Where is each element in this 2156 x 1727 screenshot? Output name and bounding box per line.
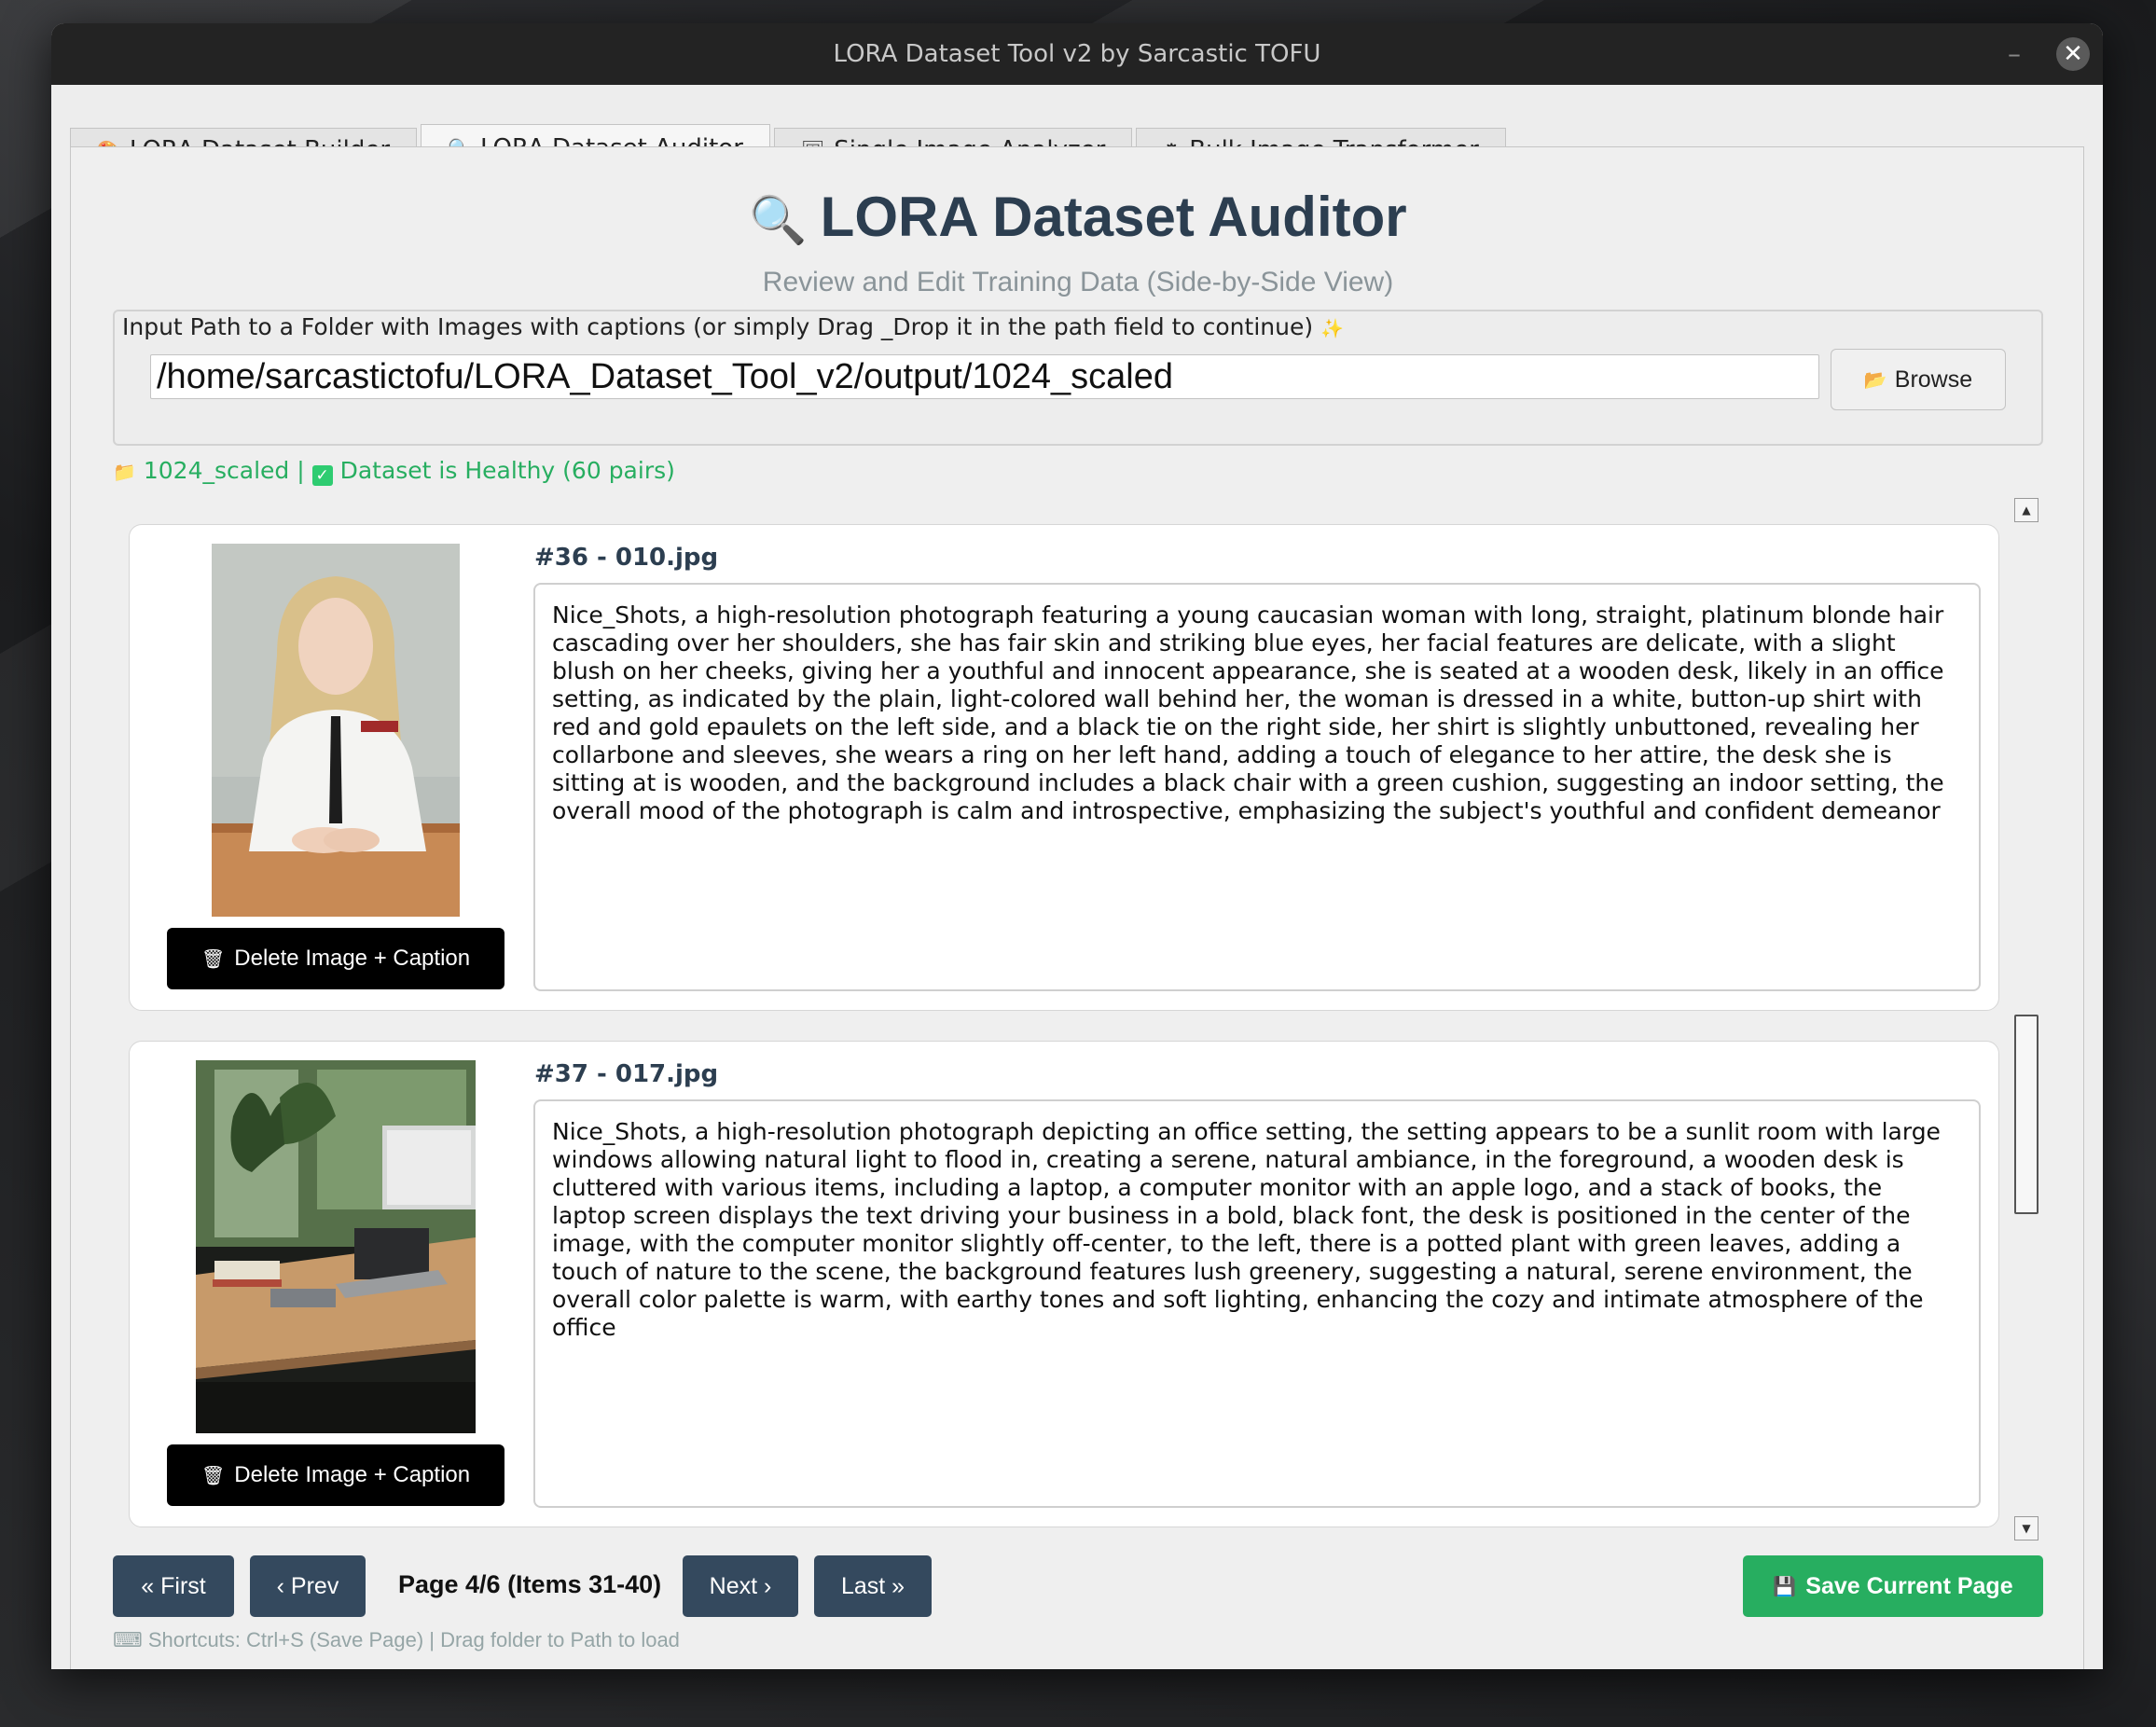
status-separator: | xyxy=(297,457,305,484)
folder-icon: 📁 xyxy=(113,461,136,483)
path-input-label: Input Path to a Folder with Images with … xyxy=(122,313,1344,340)
minimize-button[interactable]: – xyxy=(2000,40,2028,68)
app-window: LORA Dataset Tool v2 by Sarcastic TOFU –… xyxy=(51,23,2103,1669)
status-folder-name: 1024_scaled xyxy=(143,457,290,484)
window-title: LORA Dataset Tool v2 by Sarcastic TOFU xyxy=(833,40,1321,68)
page-subtitle: Review and Edit Training Data (Side-by-S… xyxy=(762,267,1394,297)
office-desk-image xyxy=(196,1060,476,1433)
caption-textarea[interactable]: Nice_Shots, a high-resolution photograph… xyxy=(533,1099,1981,1508)
dataset-item-card: 🗑 Delete Image + Caption #37 - 017.jpg N… xyxy=(129,1041,1999,1527)
scroll-down-arrow[interactable]: ▼ xyxy=(2014,1516,2039,1540)
path-input-group: Input Path to a Folder with Images with … xyxy=(113,310,2043,446)
floppy-disk-icon: 💾 xyxy=(1773,1576,1797,1597)
dataset-item-card: 🗑 Delete Image + Caption #36 - 010.jpg N… xyxy=(129,524,1999,1011)
status-message: Dataset is Healthy (60 pairs) xyxy=(339,457,675,484)
page-title-text: LORA Dataset Auditor xyxy=(820,186,1407,248)
prev-page-button[interactable]: ‹ Prev xyxy=(250,1555,366,1617)
check-icon: ✓ xyxy=(311,465,333,486)
next-page-button[interactable]: Next › xyxy=(683,1555,798,1617)
dataset-status: 📁 1024_scaled | ✓ Dataset is Healthy (60… xyxy=(113,457,675,486)
page-title: 🔍 LORA Dataset Auditor xyxy=(71,185,2085,249)
folder-open-icon: 📂 xyxy=(1863,369,1887,391)
trash-icon: 🗑 xyxy=(200,948,226,970)
delete-image-caption-button[interactable]: 🗑 Delete Image + Caption xyxy=(167,1444,504,1506)
path-input[interactable]: /home/sarcastictofu/LORA_Dataset_Tool_v2… xyxy=(150,354,1819,399)
last-page-button[interactable]: Last » xyxy=(814,1555,932,1617)
save-label: Save Current Page xyxy=(1805,1572,2013,1599)
magnifier-icon: 🔍 xyxy=(749,194,808,246)
shortcuts-hint: ⌨ Shortcuts: Ctrl+S (Save Page) | Drag f… xyxy=(113,1628,680,1651)
sparkles-icon: ✨ xyxy=(1320,317,1344,339)
woman-portrait-image xyxy=(212,544,460,917)
title-bar: LORA Dataset Tool v2 by Sarcastic TOFU –… xyxy=(51,23,2103,85)
first-page-button[interactable]: « First xyxy=(113,1555,234,1617)
auditor-panel: 🔍 LORA Dataset Auditor Review and Edit Tr… xyxy=(70,146,2084,1669)
page-indicator: Page 4/6 (Items 31-40) xyxy=(398,1570,662,1598)
browse-label: Browse xyxy=(1894,366,1973,393)
delete-label: Delete Image + Caption xyxy=(234,946,471,971)
item-title: #36 - 010.jpg xyxy=(534,544,719,572)
caption-textarea[interactable]: Nice_Shots, a high-resolution photograph… xyxy=(533,583,1981,991)
browse-button[interactable]: 📂 Browse xyxy=(1831,349,2006,410)
close-button[interactable]: ✕ xyxy=(2056,37,2090,71)
scrollbar-thumb[interactable] xyxy=(2014,1015,2039,1214)
path-label-text: Input Path to a Folder with Images with … xyxy=(122,313,1314,340)
item-thumbnail xyxy=(212,544,460,917)
trash-icon: 🗑 xyxy=(200,1465,226,1486)
delete-image-caption-button[interactable]: 🗑 Delete Image + Caption xyxy=(167,928,504,989)
delete-label: Delete Image + Caption xyxy=(234,1462,471,1487)
scroll-up-arrow[interactable]: ▲ xyxy=(2014,498,2039,522)
item-title: #37 - 017.jpg xyxy=(534,1060,719,1088)
item-thumbnail xyxy=(196,1060,476,1433)
save-current-page-button[interactable]: 💾 Save Current Page xyxy=(1743,1555,2043,1617)
